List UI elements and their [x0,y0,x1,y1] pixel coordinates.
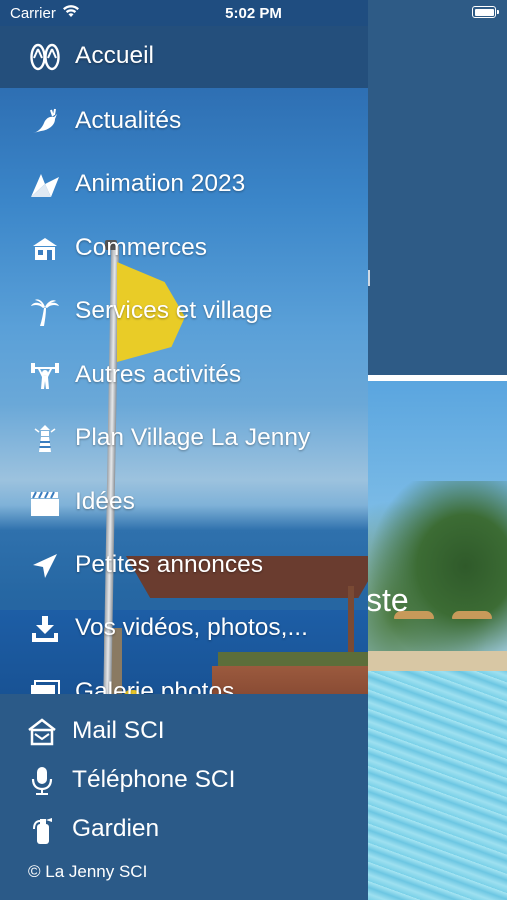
footer-item-mail-sci[interactable]: Mail SCI [0,709,368,755]
menu-item-accueil[interactable]: Accueil [0,26,368,88]
bird-icon [28,107,62,137]
menu-item-label: Animation 2023 [75,170,246,197]
clapperboard-icon [28,488,62,518]
footer-item-label: Mail SCI [72,717,165,744]
main-view-caption: ste [366,582,409,618]
footer-item-label: Téléphone SCI [72,766,236,793]
paper-plane-origami-icon [28,170,62,200]
menu-item-vos-videos[interactable]: Vos vidéos, photos,... [0,598,368,660]
menu-item-commerces[interactable]: Commerces [0,218,368,280]
drawer-footer: Mail SCI Téléphone SCI Gardien © La Jenn… [0,694,368,900]
house-mail-icon [27,717,57,747]
copyright-text: © La Jenny SCI [28,862,148,881]
flip-flops-icon [28,42,62,72]
menu-item-label: Accueil [75,42,154,69]
fire-extinguisher-icon [27,815,57,845]
menu-item-label: Vos vidéos, photos,... [75,614,308,641]
menu-item-idees[interactable]: Idées [0,472,368,534]
menu-item-services[interactable]: Services et village [0,281,368,343]
download-icon [28,614,62,644]
menu-item-label: Actualités [75,107,182,134]
weightlifting-icon [28,361,62,391]
pool-water [368,671,507,900]
menu-item-animation[interactable]: Animation 2023 [0,154,368,216]
status-bar: Carrier 5:02 PM [0,0,507,26]
clock: 5:02 PM [225,5,282,22]
menu-item-label: Idées [75,488,135,515]
navigation-drawer: Accueil Actualités Animation 2023 Commer… [0,26,368,900]
menu-item-plan-village[interactable]: Plan Village La Jenny [0,408,368,470]
drawer-menu-list[interactable]: Actualités Animation 2023 Commerces Serv… [0,88,368,720]
menu-item-autres-activites[interactable]: Autres activités [0,345,368,407]
menu-item-label: Commerces [75,234,208,261]
trees-scene [368,481,507,671]
umbrella-shape [452,611,492,619]
menu-item-label: Services et village [75,297,273,324]
app-screen: ste Carrier 5:02 PM Accueil Actualités A… [0,0,507,900]
palm-tree-icon [28,297,62,327]
lighthouse-icon [28,424,62,454]
drawer-header: Accueil [0,26,368,88]
footer-item-gardien[interactable]: Gardien [0,807,368,853]
footer-item-label: Gardien [72,815,160,842]
menu-item-label: Autres activités [75,361,242,388]
footer-item-telephone-sci[interactable]: Téléphone SCI [0,758,368,804]
shop-icon [28,234,62,264]
send-icon [28,551,62,581]
microphone-icon [27,766,57,796]
menu-item-petites-annonces[interactable]: Petites annonces [0,535,368,597]
pool-deck [368,651,507,671]
main-view-photo[interactable] [368,381,507,900]
menu-item-actualites[interactable]: Actualités [0,91,368,153]
menu-item-label: Plan Village La Jenny [75,424,311,451]
menu-item-label: Petites annonces [75,551,263,578]
battery-icon [472,6,499,18]
